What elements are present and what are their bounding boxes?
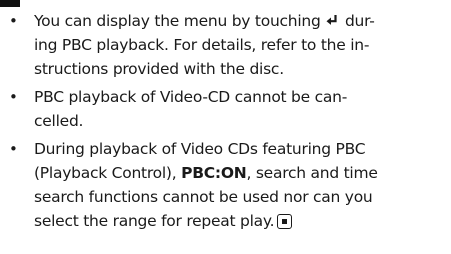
note-line: You can display the menu by touching dur… (34, 9, 446, 33)
note-line: search functions cannot be used nor can … (34, 188, 373, 206)
note-line: (Playback Control), PBC:ON, search and t… (34, 161, 446, 185)
return-arrow-icon (326, 15, 337, 25)
note-line: PBC playback of Video-CD cannot be can- (34, 88, 348, 106)
bullet: • (9, 140, 18, 158)
note-text: (Playback Control), (34, 164, 182, 182)
note-line: celled. (34, 112, 84, 130)
section-marker (0, 0, 20, 7)
end-of-section-icon (277, 214, 293, 229)
bullet: • (9, 12, 18, 30)
note-line: During playback of Video CDs featuring P… (34, 140, 366, 158)
note-item-menu: • You can display the menu by touching d… (6, 9, 446, 81)
note-text: , search and time (246, 164, 378, 182)
note-item-pbc-cancel: • PBC playback of Video-CD cannot be can… (6, 85, 446, 133)
note-text: dur- (340, 12, 375, 30)
pbc-on-label: PBC:ON (181, 164, 247, 182)
notes-list: • You can display the menu by touching d… (6, 9, 446, 237)
note-line: select the range for repeat play. (34, 209, 446, 233)
note-item-pbc-on: • During playback of Video CDs featuring… (6, 137, 446, 233)
note-text: select the range for repeat play. (34, 212, 275, 230)
note-line: structions provided with the disc. (34, 60, 284, 78)
note-text: You can display the menu by touching (34, 12, 326, 30)
bullet: • (9, 88, 18, 106)
note-line: ing PBC playback. For details, refer to … (34, 36, 370, 54)
